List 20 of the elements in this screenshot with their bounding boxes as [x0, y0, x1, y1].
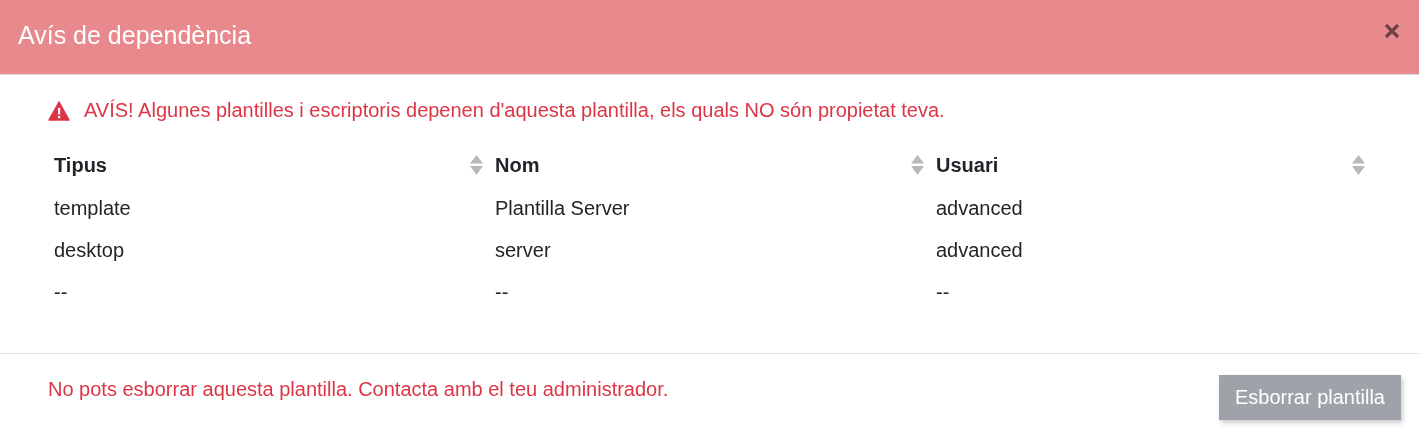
- table-cell: server: [495, 238, 551, 261]
- warning-message: AVÍS! Algunes plantilles i escriptoris depenen d'aquesta plantilla, els quals NO són propietat teva.: [84, 99, 945, 122]
- table-cell: advanced: [936, 196, 1023, 219]
- table-cell: --: [54, 280, 68, 303]
- column-header[interactable]: Tipus: [54, 153, 107, 177]
- table-cell: --: [936, 280, 950, 303]
- close-icon[interactable]: [1384, 23, 1400, 39]
- window-title: Avís de dependència: [18, 20, 252, 50]
- sort-icon[interactable]: [470, 155, 483, 175]
- sort-icon[interactable]: [1352, 155, 1365, 175]
- table-cell: Plantilla Server: [495, 196, 630, 219]
- table-cell: desktop: [54, 238, 125, 261]
- error-message: No pots esborrar aquesta plantilla. Contacta amb el teu administrador.: [48, 377, 669, 401]
- column-header[interactable]: Nom: [495, 153, 540, 177]
- table-cell: --: [495, 280, 509, 303]
- table-cell: template: [54, 196, 131, 219]
- warning-icon: [48, 100, 70, 121]
- column-header[interactable]: Usuari: [936, 153, 999, 177]
- sort-icon[interactable]: [911, 155, 924, 175]
- table-cell: advanced: [936, 238, 1023, 261]
